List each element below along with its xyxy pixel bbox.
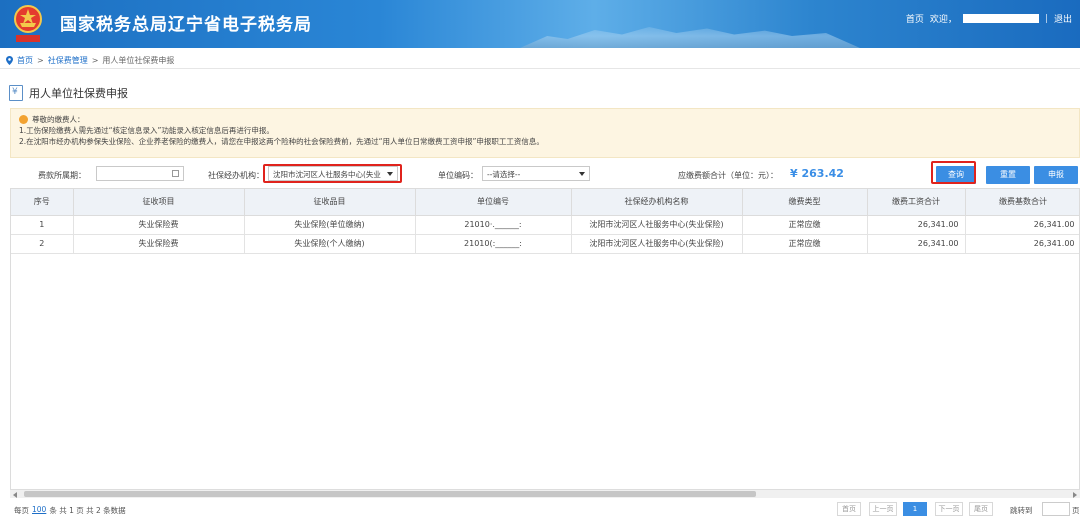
agency-label: 社保经办机构： xyxy=(208,171,264,180)
agency-highlight-box xyxy=(263,164,402,183)
reset-button[interactable]: 重置 xyxy=(986,166,1030,184)
notice-greeting: 尊敬的缴费人： xyxy=(32,115,85,124)
notice-line-2: 2.在沈阳市经办机构参保失业保险、企业养老保险的缴费人，请您在申报这两个险种的社… xyxy=(19,137,544,146)
cell: 1 xyxy=(11,215,74,235)
breadcrumb-social-fee[interactable]: 社保费管理 xyxy=(48,55,88,66)
prev-page-button[interactable]: 上一页 xyxy=(869,502,897,516)
divider xyxy=(0,68,1080,69)
cell: 2 xyxy=(11,234,74,254)
col-header: 缴费工资合计 xyxy=(867,189,966,216)
declaration-table: 序号 征收项目 征收品目 单位编号 社保经办机构名称 缴费类型 缴费工资合计 缴… xyxy=(10,188,1080,498)
horizontal-scrollbar[interactable] xyxy=(10,489,1080,498)
col-header: 征收品目 xyxy=(244,189,416,216)
cell: 26,341.00 xyxy=(867,234,966,254)
breadcrumb-home[interactable]: 首页 xyxy=(17,55,33,66)
cell: 失业保险(单位缴纳) xyxy=(244,215,416,235)
pagination: 每页 100 条 共 1 页 共 2 条数据 首页 上一页 1 下一页 尾页 跳… xyxy=(10,500,1080,520)
cell: 21010(:______: xyxy=(415,234,572,254)
col-header: 缴费类型 xyxy=(742,189,868,216)
breadcrumb-current: 用人单位社保费申报 xyxy=(102,56,175,65)
next-page-button[interactable]: 下一页 xyxy=(935,502,963,516)
query-highlight-box xyxy=(931,161,976,184)
calendar-icon[interactable] xyxy=(172,170,179,177)
redacted-username xyxy=(962,14,1039,23)
period-label: 费款所属期： xyxy=(38,171,86,180)
per-page-link[interactable]: 100 xyxy=(32,505,46,516)
notice-box: 尊敬的缴费人： 1.工伤保险缴费人需先通过“核定信息录入”功能录入核定信息后再进… xyxy=(10,108,1080,158)
welcome-text: 欢迎， xyxy=(929,15,957,25)
per-page-prefix: 每页 xyxy=(14,506,29,515)
location-pin-icon xyxy=(6,56,13,65)
col-header: 社保经办机构名称 xyxy=(571,189,743,216)
jump-unit: 页 xyxy=(1072,506,1080,515)
cell: 26,341.00 xyxy=(965,234,1079,254)
total-value: ¥ 263.42 xyxy=(790,167,844,180)
great-wall-illustration xyxy=(520,27,860,48)
scroll-left-icon[interactable] xyxy=(13,492,17,498)
scroll-right-icon[interactable] xyxy=(1073,492,1077,498)
col-header: 征收项目 xyxy=(73,189,245,216)
logout-link[interactable]: 退出 xyxy=(1054,12,1072,25)
site-header: 国家税务总局辽宁省电子税务局 首页 欢迎， | 退出 xyxy=(0,0,1080,48)
cell: 沈阳市沈河区人社服务中心(失业保险) xyxy=(571,234,743,254)
filter-bar: 费款所属期： 社保经办机构： 沈阳市沈河区人社服务中心(失业 单位编码： --请… xyxy=(10,161,1080,186)
separator: | xyxy=(1044,13,1048,24)
cell: 26,341.00 xyxy=(867,215,966,235)
scrollbar-thumb[interactable] xyxy=(24,491,756,497)
cell: 正常应缴 xyxy=(742,234,868,254)
unit-code-value: --请选择-- xyxy=(487,170,521,179)
cell: 失业保险(个人缴纳) xyxy=(244,234,416,254)
site-title: 国家税务总局辽宁省电子税务局 xyxy=(60,15,312,35)
col-header: 缴费基数合计 xyxy=(965,189,1079,216)
breadcrumb-sep: > xyxy=(91,56,99,65)
cell: 失业保险费 xyxy=(73,234,245,254)
notice-line-1: 1.工伤保险缴费人需先通过“核定信息录入”功能录入核定信息后再进行申报。 xyxy=(19,126,274,135)
page-1-button[interactable]: 1 xyxy=(903,502,927,516)
user-bar: 首页 欢迎， | 退出 xyxy=(906,12,1072,26)
page-title: 用人单位社保费申报 xyxy=(29,87,128,100)
total-label: 应缴费额合计（单位：元）： xyxy=(678,171,778,180)
pager-summary: 条 共 1 页 共 2 条数据 xyxy=(49,506,126,515)
home-link[interactable]: 首页 xyxy=(906,12,924,25)
page-header: 用人单位社保费申报 xyxy=(9,85,128,101)
cell: 失业保险费 xyxy=(73,215,245,235)
breadcrumb-sep: > xyxy=(37,56,44,65)
breadcrumb: 首页 > 社保费管理 > 用人单位社保费申报 xyxy=(6,55,174,66)
col-header: 单位编号 xyxy=(415,189,572,216)
warning-icon xyxy=(19,115,28,124)
col-header: 序号 xyxy=(11,189,74,216)
tax-emblem-icon xyxy=(14,5,42,42)
chevron-down-icon xyxy=(579,172,585,176)
table-row[interactable]: 1 失业保险费 失业保险(单位缴纳) 21010·.______: 沈阳市沈河区… xyxy=(11,215,1079,235)
first-page-button[interactable]: 首页 xyxy=(837,502,861,516)
unit-code-select[interactable]: --请选择-- xyxy=(482,166,590,181)
period-input[interactable] xyxy=(96,166,184,181)
pager-info: 每页 100 条 共 1 页 共 2 条数据 xyxy=(14,505,126,516)
cell: 26,341.00 xyxy=(965,215,1079,235)
jump-page-input[interactable] xyxy=(1042,502,1070,516)
declare-button[interactable]: 申报 xyxy=(1034,166,1078,184)
table-row[interactable]: 2 失业保险费 失业保险(个人缴纳) 21010(:______: 沈阳市沈河区… xyxy=(11,234,1079,254)
unit-code-label: 单位编码： xyxy=(438,171,478,180)
table-header-row: 序号 征收项目 征收品目 单位编号 社保经办机构名称 缴费类型 缴费工资合计 缴… xyxy=(11,189,1079,216)
cell: 正常应缴 xyxy=(742,215,868,235)
jump-label: 跳转到 xyxy=(1010,506,1033,515)
tax-doc-icon xyxy=(9,85,23,101)
last-page-button[interactable]: 尾页 xyxy=(969,502,993,516)
cell: 沈阳市沈河区人社服务中心(失业保险) xyxy=(571,215,743,235)
cell: 21010·.______: xyxy=(415,215,572,235)
